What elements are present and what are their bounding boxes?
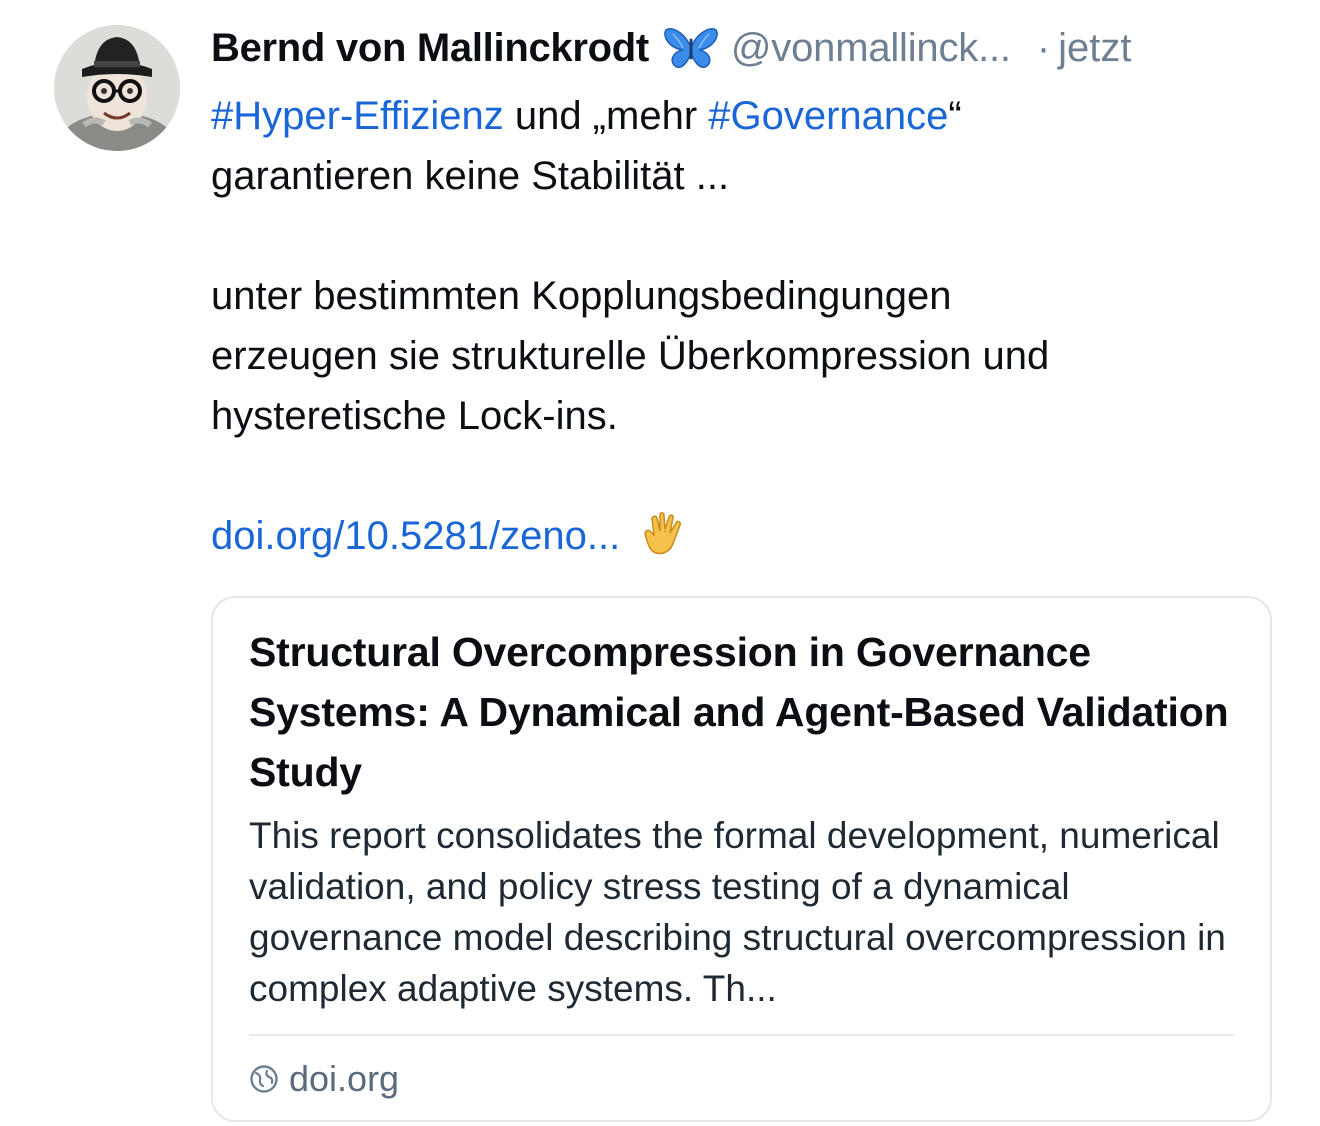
- post-link-line: doi.org/10.5281/zeno...: [211, 506, 1281, 566]
- author-name[interactable]: Bernd von Mallinckrodt: [211, 26, 649, 71]
- link-card-domain-row: doi.org: [249, 1054, 399, 1104]
- post-timestamp[interactable]: jetzt: [1058, 26, 1131, 71]
- link-card-title: Structural Overcompression in Governance…: [249, 629, 1229, 795]
- post-text-segment: und „mehr: [503, 94, 709, 138]
- hashtag-governance[interactable]: #Governance: [708, 94, 948, 138]
- link-preview-card[interactable]: Structural Overcompression in Governance…: [211, 596, 1272, 1122]
- globe-icon: [249, 1064, 279, 1094]
- link-card-divider: [249, 1034, 1234, 1036]
- post-text-line: unter bestimmten Kopplungsbedingungen: [211, 274, 952, 318]
- post-text-line: hysteretische Lock-ins.: [211, 394, 618, 438]
- doi-link[interactable]: doi.org/10.5281/zeno...: [211, 514, 620, 558]
- post-text: #Hyper-Effizienz und „mehr #Governance“ …: [211, 86, 1281, 566]
- post-header: Bernd von Mallinckrodt @vonmallinck... ·…: [211, 14, 1281, 82]
- post-text-line: garantieren keine Stabilität ...: [211, 154, 730, 198]
- post-text-line: #Hyper-Effizienz und „mehr #Governance“: [211, 86, 1281, 146]
- link-card-domain: doi.org: [289, 1058, 400, 1099]
- hashtag-hyper-effizienz[interactable]: #Hyper-Effizienz: [211, 94, 504, 138]
- author-handle[interactable]: @vonmallinck...: [731, 26, 1011, 71]
- post-text-line: erzeugen sie strukturelle Überkompressio…: [211, 334, 1050, 378]
- vulcan-salute-icon: [636, 507, 688, 559]
- post-content: Bernd von Mallinckrodt @vonmallinck... ·…: [211, 14, 1281, 566]
- timestamp-separator: ·: [1036, 25, 1051, 70]
- avatar[interactable]: [54, 25, 180, 151]
- link-card-description: This report consolidates the formal deve…: [249, 815, 1226, 1009]
- post-text-segment: “: [948, 94, 962, 138]
- butterfly-icon: [663, 26, 719, 70]
- post: Bernd von Mallinckrodt @vonmallinck... ·…: [0, 0, 1320, 1126]
